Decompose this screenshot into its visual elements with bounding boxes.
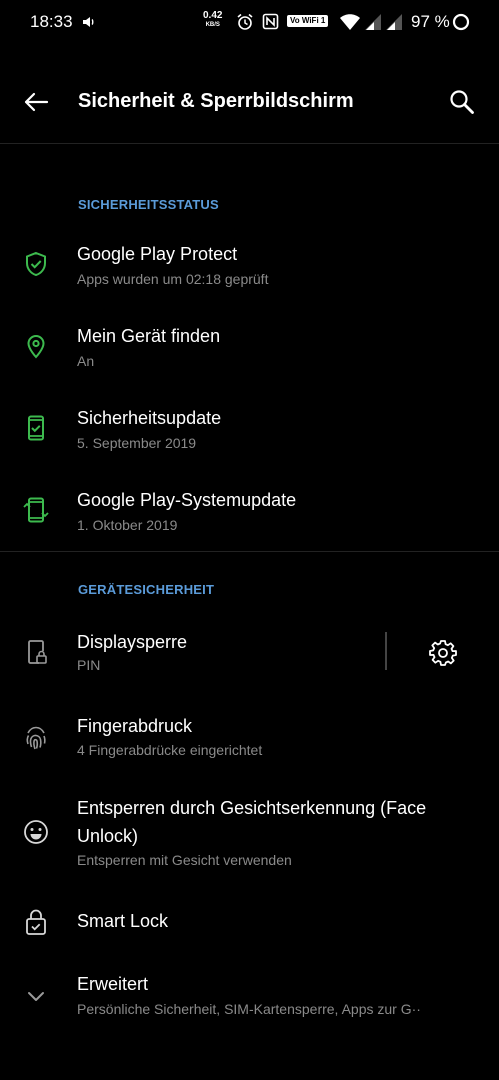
- alarm-icon: [236, 13, 254, 36]
- phone-sync-icon: [23, 497, 49, 523]
- list-item-title: Google Play Protect: [77, 244, 238, 264]
- volte-wifi-badge: Vo WiFi 1: [287, 15, 329, 27]
- list-item-title: Displaysperre: [77, 632, 188, 652]
- list-item-google-play-protect[interactable]: Google Play Protect Apps wurden um 02:18…: [0, 236, 499, 304]
- chevron-down-icon: [28, 992, 44, 1001]
- list-item-find-my-device[interactable]: Mein Gerät finden An: [0, 318, 499, 386]
- list-item-security-update[interactable]: Sicherheitsupdate 5. September 2019: [0, 400, 499, 468]
- list-item-title: Mein Gerät finden: [77, 326, 221, 346]
- list-item-smart-lock[interactable]: Smart Lock: [0, 904, 499, 944]
- list-item-title: Sicherheitsupdate: [77, 408, 222, 428]
- list-item-title: Erweitert: [77, 974, 149, 994]
- section-divider: [0, 551, 499, 552]
- vertical-separator: [385, 632, 387, 670]
- app-bar: Sicherheit & Sperrbildschirm: [0, 44, 499, 144]
- list-item-title: Google Play-Systemupdate: [77, 490, 297, 510]
- signal-icon-2: [385, 13, 403, 36]
- shield-check-icon: [26, 251, 46, 277]
- signal-icon: [364, 13, 382, 36]
- fingerprint-icon: [26, 726, 46, 750]
- wifi-icon: [339, 13, 361, 36]
- arrow-left-icon: [24, 92, 49, 112]
- list-item-subtitle: Apps wurden um 02:18 geprüft: [77, 271, 269, 287]
- face-icon: [24, 820, 48, 844]
- list-item-screen-lock[interactable]: Displaysperre PIN: [0, 624, 380, 686]
- list-item-title: Smart Lock: [77, 911, 169, 931]
- section-header-security-status: SICHERHEITSSTATUS: [78, 197, 219, 212]
- status-bar: 18:33 0.42 KB/S Vo WiFi 1 97 %: [0, 0, 499, 44]
- search-icon: [450, 90, 474, 114]
- list-item-subtitle: 1. Oktober 2019: [77, 517, 178, 533]
- list-item-title: Entsperren durch Gesichtserkennung (Face…: [77, 798, 427, 846]
- list-item-title: Fingerabdruck: [77, 716, 193, 736]
- list-item-subtitle: Entsperren mit Gesicht verwenden: [77, 852, 292, 868]
- gear-icon: [429, 640, 457, 666]
- battery-icon: [452, 13, 470, 36]
- list-item-subtitle: 4 Fingerabdrücke eingerichtet: [77, 742, 263, 758]
- location-pin-icon: [27, 335, 45, 359]
- lock-check-icon: [26, 909, 46, 935]
- list-item-face-unlock[interactable]: Entsperren durch Gesichtserkennung (Face…: [0, 790, 499, 874]
- list-item-subtitle: 5. September 2019: [77, 435, 197, 451]
- volume-icon: [81, 14, 97, 35]
- screen-lock-settings-button[interactable]: [428, 638, 458, 668]
- section-header-device-security: GERÄTESICHERHEIT: [78, 582, 215, 597]
- search-button[interactable]: [446, 86, 478, 118]
- list-item-subtitle: PIN: [77, 657, 101, 673]
- list-item-advanced[interactable]: Erweitert Persönliche Sicherheit, SIM-Ka…: [0, 968, 499, 1028]
- network-speed: 0.42 KB/S: [203, 10, 223, 29]
- phone-check-icon: [28, 415, 44, 441]
- page-title: Sicherheit & Sperrbildschirm: [78, 90, 354, 112]
- list-item-subtitle: Persönliche Sicherheit, SIM-Kartensperre…: [77, 1001, 421, 1017]
- nfc-icon: [262, 13, 279, 35]
- phone-lock-icon: [28, 640, 47, 664]
- list-item-fingerprint[interactable]: Fingerabdruck 4 Fingerabdrücke eingerich…: [0, 708, 499, 772]
- back-button[interactable]: [20, 86, 52, 118]
- list-item-subtitle: An: [77, 353, 95, 369]
- status-time: 18:33: [30, 12, 73, 31]
- battery-percent: 97 %: [411, 12, 450, 31]
- list-item-play-system-update[interactable]: Google Play-Systemupdate 1. Oktober 2019: [0, 482, 499, 550]
